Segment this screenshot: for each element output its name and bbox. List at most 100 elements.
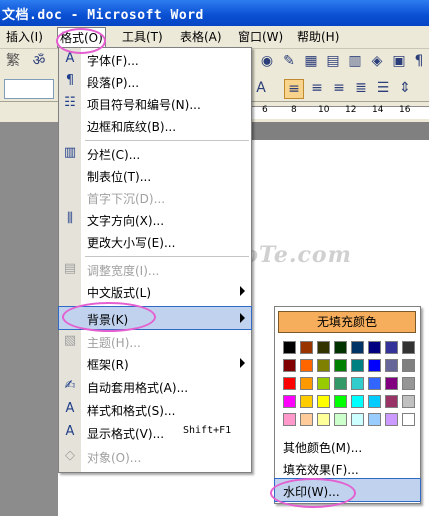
color-swatch[interactable] — [300, 359, 313, 372]
hyperlink-icon[interactable]: ◉ — [258, 52, 276, 70]
color-swatch[interactable] — [283, 413, 296, 426]
fit-width-icon: ▤ — [63, 261, 77, 276]
insert-excel-icon[interactable]: ▤ — [324, 52, 342, 70]
menu-item-font[interactable]: A 字体(F)... — [59, 48, 251, 70]
menu-item-borders-shading[interactable]: 边框和底纹(B)... — [59, 114, 251, 136]
menu-item-autoformat[interactable]: ✍ 自动套用格式(A)... — [59, 375, 251, 397]
menu-item-drop-cap: 首字下沉(D)... — [87, 192, 166, 206]
color-swatch[interactable] — [300, 395, 313, 408]
drawing-icon[interactable]: ◈ — [368, 52, 386, 70]
color-swatch[interactable] — [300, 413, 313, 426]
menu-format[interactable]: 格式(O) — [57, 27, 106, 48]
style-box[interactable]: 繁 — [4, 52, 22, 70]
menu-item-columns[interactable]: ▥ 分栏(C)... — [59, 142, 251, 164]
color-swatch[interactable] — [351, 359, 364, 372]
color-swatch[interactable] — [402, 377, 415, 390]
color-swatch[interactable] — [368, 359, 381, 372]
show-hide-icon[interactable]: ¶ — [410, 52, 428, 70]
watermark-item[interactable]: 水印(W)... — [274, 478, 421, 502]
color-swatch[interactable] — [317, 413, 330, 426]
menu-insert[interactable]: 插入(I) — [4, 29, 45, 45]
color-swatch[interactable] — [368, 341, 381, 354]
menu-item-object: ◇ 对象(O)... — [59, 445, 251, 467]
no-fill-button[interactable]: 无填充颜色 — [278, 311, 416, 333]
color-swatch[interactable] — [385, 395, 398, 408]
document-map-icon[interactable]: ▣ — [390, 52, 408, 70]
format-menu: A 字体(F)... ¶ 段落(P)... ☷ 项目符号和编号(N)... 边框… — [58, 47, 252, 473]
title-bar: 文档.doc - Microsoft Word — [0, 0, 429, 26]
color-swatch[interactable] — [283, 341, 296, 354]
columns-icon: ▥ — [63, 145, 77, 160]
menu-item-text-direction[interactable]: ⫼ 文字方向(X)... — [59, 208, 251, 230]
insert-table-icon[interactable]: ▦ — [302, 52, 320, 70]
color-swatch[interactable] — [334, 359, 347, 372]
color-swatch[interactable] — [300, 341, 313, 354]
menu-table[interactable]: 表格(A) — [178, 29, 224, 45]
color-swatch[interactable] — [385, 359, 398, 372]
color-swatch[interactable] — [283, 377, 296, 390]
columns-icon[interactable]: ▥ — [346, 52, 364, 70]
menu-item-frames[interactable]: 框架(R) — [59, 352, 251, 374]
distributed-icon[interactable]: ☰ — [374, 79, 392, 97]
color-swatch[interactable] — [334, 377, 347, 390]
color-swatch[interactable] — [402, 395, 415, 408]
color-swatch[interactable] — [368, 395, 381, 408]
justify-icon[interactable]: ≣ — [352, 79, 370, 97]
menu-item-change-case[interactable]: 更改大小写(E)... — [59, 230, 251, 252]
background-submenu: 无填充颜色 其他颜色(M)... 填充效果(F)... 水印(W)... — [274, 306, 421, 504]
color-swatch[interactable] — [402, 359, 415, 372]
menu-item-tabs[interactable]: 制表位(T)... — [59, 164, 251, 186]
align-right-icon[interactable]: ≡ — [330, 79, 348, 97]
more-colors-item[interactable]: 其他颜色(M)... — [275, 435, 420, 457]
color-swatch[interactable] — [351, 341, 364, 354]
line-spacing-icon[interactable]: ⇕ — [396, 79, 414, 97]
spelling-icon[interactable]: ॐ — [30, 52, 48, 70]
menu-item-reveal-formatting[interactable]: A 显示格式(V)... Shift+F1 — [59, 421, 251, 443]
menu-item-background[interactable]: 背景(K) — [58, 306, 252, 330]
color-swatch[interactable] — [283, 395, 296, 408]
align-left-icon[interactable]: ≡ — [284, 79, 304, 99]
menu-item-fit-width: ▤ 调整宽度(I)... — [63, 261, 160, 278]
fill-effects-item[interactable]: 填充效果(F)... — [275, 457, 420, 479]
autoformat-icon: ✍ — [64, 378, 76, 393]
color-swatch[interactable] — [402, 413, 415, 426]
color-swatch[interactable] — [402, 341, 415, 354]
menu-item-paragraph[interactable]: ¶ 段落(P)... — [59, 70, 251, 92]
color-swatch[interactable] — [351, 377, 364, 390]
font-name-box[interactable] — [4, 79, 54, 99]
menu-item-bullets-numbering[interactable]: ☷ 项目符号和编号(N)... — [59, 92, 251, 114]
color-swatch[interactable] — [283, 359, 296, 372]
color-swatch[interactable] — [385, 413, 398, 426]
color-swatch[interactable] — [368, 413, 381, 426]
ruler-tick: 14 — [372, 105, 384, 115]
submenu-arrow-icon — [240, 286, 245, 296]
menu-tools[interactable]: 工具(T) — [120, 29, 165, 45]
menu-help[interactable]: 帮助(H) — [295, 29, 341, 45]
color-swatch[interactable] — [334, 413, 347, 426]
color-swatch[interactable] — [317, 395, 330, 408]
color-swatch[interactable] — [385, 377, 398, 390]
left-margin-area — [0, 122, 58, 516]
color-swatch[interactable] — [385, 341, 398, 354]
ruler-tick: 12 — [345, 105, 357, 115]
color-swatch[interactable] — [334, 395, 347, 408]
menu-item-styles-formatting[interactable]: A 样式和格式(S)... — [59, 398, 251, 420]
color-swatch[interactable] — [351, 413, 364, 426]
ruler-tick: 6 — [262, 105, 268, 115]
color-swatch[interactable] — [334, 341, 347, 354]
color-swatch[interactable] — [317, 341, 330, 354]
color-swatch[interactable] — [317, 359, 330, 372]
menu-window[interactable]: 窗口(W) — [236, 29, 285, 45]
bullets-icon: ☷ — [64, 95, 76, 110]
color-swatch[interactable] — [317, 377, 330, 390]
color-swatch[interactable] — [351, 395, 364, 408]
align-center-icon[interactable]: ≡ — [308, 79, 326, 97]
font-color-icon[interactable]: A — [252, 79, 270, 97]
menu-item-asian-layout[interactable]: 中文版式(L) — [59, 280, 251, 302]
ruler-tick: 10 — [318, 105, 330, 115]
color-swatch[interactable] — [300, 377, 313, 390]
styles-icon: A — [65, 401, 75, 416]
tables-borders-icon[interactable]: ✎ — [280, 52, 298, 70]
menu-separator — [85, 256, 249, 257]
color-swatch[interactable] — [368, 377, 381, 390]
